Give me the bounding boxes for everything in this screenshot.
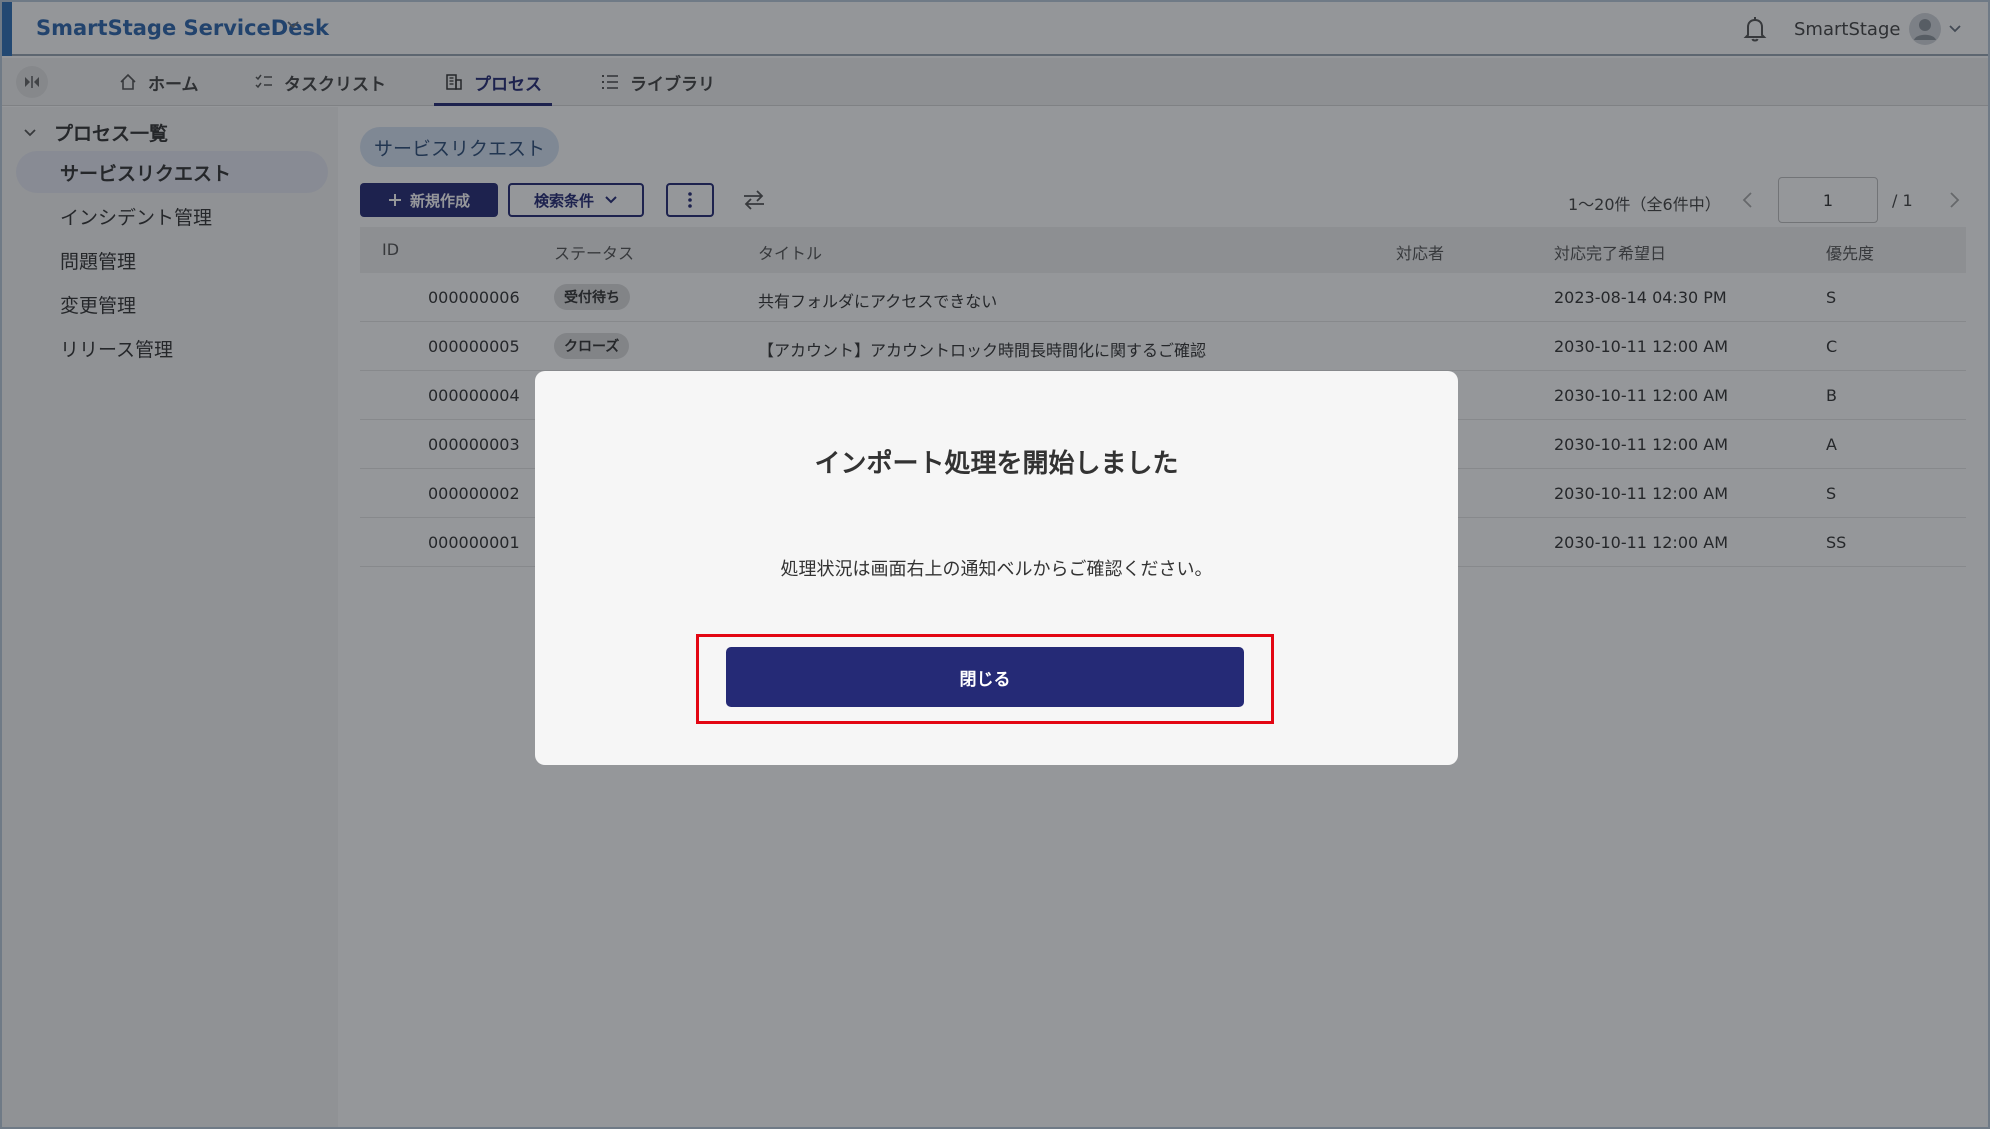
app-window: SmartStage ServiceDesk SmartStage ホーム タス… [0, 0, 1990, 1129]
import-started-dialog: インポート処理を開始しました 処理状況は画面右上の通知ベルからご確認ください。 … [535, 371, 1458, 765]
dialog-message: 処理状況は画面右上の通知ベルからご確認ください。 [780, 559, 1213, 580]
dialog-title: インポート処理を開始しました [814, 449, 1179, 479]
close-button[interactable]: 閉じる [726, 647, 1244, 707]
